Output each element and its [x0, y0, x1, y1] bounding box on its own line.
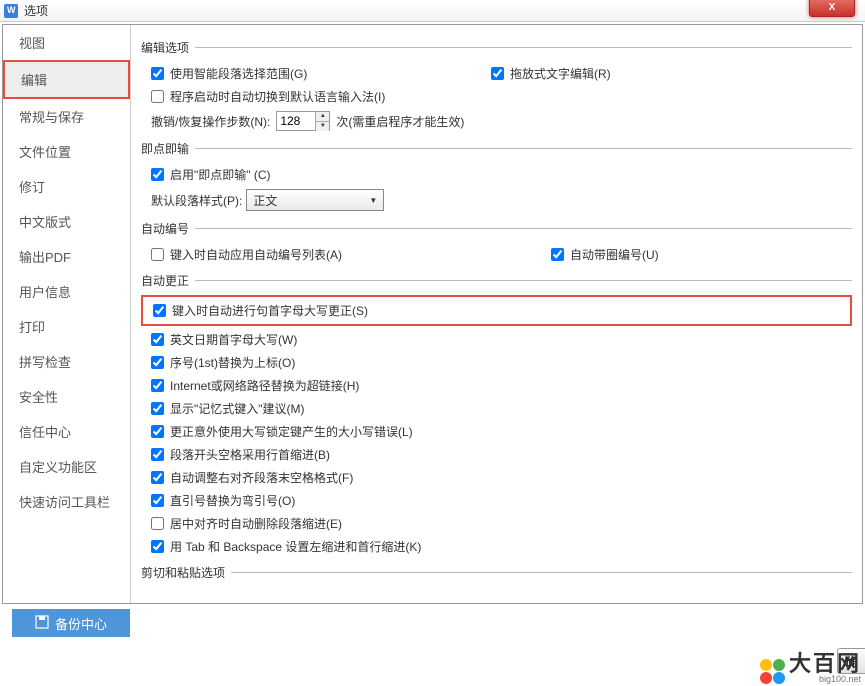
label-drag-edit: 拖放式文字编辑(R)	[510, 65, 611, 82]
checkbox-apply-list[interactable]	[151, 248, 164, 261]
label-trim-trailing: 自动调整右对齐段落末空格格式(F)	[170, 469, 353, 486]
label-cap-first: 键入时自动进行句首字母大写更正(S)	[172, 302, 368, 319]
titlebar: 选项	[0, 0, 865, 22]
legend-click: 即点即输	[141, 140, 195, 157]
checkbox-heading-indent[interactable]	[151, 448, 164, 461]
watermark: 大百网 big100.net	[760, 653, 861, 684]
checkbox-tab-backspace[interactable]	[151, 540, 164, 553]
legend-autocorrect: 自动更正	[141, 272, 195, 289]
label-ime-switch: 程序启动时自动切换到默认语言输入法(I)	[170, 88, 385, 105]
spinner-undo-steps[interactable]: ▲▼	[276, 111, 330, 131]
input-undo-steps[interactable]	[277, 112, 315, 130]
legend-autonum: 自动编号	[141, 220, 195, 237]
sidebar-item-view[interactable]: 视图	[3, 25, 130, 60]
label-tab-backspace: 用 Tab 和 Backspace 设置左缩进和首行缩进(K)	[170, 538, 421, 555]
sidebar: 视图 编辑 常规与保存 文件位置 修订 中文版式 输出PDF 用户信息 打印 拼…	[3, 25, 131, 603]
label-apply-list: 键入时自动应用自动编号列表(A)	[170, 246, 342, 263]
checkbox-memory[interactable]	[151, 402, 164, 415]
group-autonumber: 自动编号 键入时自动应用自动编号列表(A) 自动带圈编号(U)	[141, 220, 852, 266]
label-undo-note: 次(需重启程序才能生效)	[336, 113, 464, 130]
spin-down-icon[interactable]: ▼	[316, 122, 329, 131]
sidebar-item-general-save[interactable]: 常规与保存	[3, 99, 130, 134]
label-smart-select: 使用智能段落选择范围(G)	[170, 65, 307, 82]
sidebar-item-user-info[interactable]: 用户信息	[3, 274, 130, 309]
checkbox-internet[interactable]	[151, 379, 164, 392]
label-para-style: 默认段落样式(P):	[151, 192, 242, 209]
label-center-remove: 居中对齐时自动删除段落缩进(E)	[170, 515, 342, 532]
group-clipboard: 剪切和粘贴选项	[141, 564, 852, 595]
label-memory: 显示"记忆式键入"建议(M)	[170, 400, 305, 417]
checkbox-ordinal[interactable]	[151, 356, 164, 369]
label-circle-num: 自动带圈编号(U)	[570, 246, 659, 263]
backup-center-label: 备份中心	[55, 614, 107, 633]
label-internet: Internet或网络路径替换为超链接(H)	[170, 377, 359, 394]
watermark-title: 大百网	[789, 653, 861, 675]
main-panel[interactable]: 编辑选项 使用智能段落选择范围(G) 拖放式文字编辑(R) 程序启动时自动切换到…	[131, 25, 862, 603]
window-title: 选项	[24, 2, 48, 19]
group-edit-options: 编辑选项 使用智能段落选择范围(G) 拖放式文字编辑(R) 程序启动时自动切换到…	[141, 39, 852, 134]
checkbox-eng-date[interactable]	[151, 333, 164, 346]
group-click-input: 即点即输 启用"即点即输" (C) 默认段落样式(P): 正文	[141, 140, 852, 214]
floppy-icon	[35, 615, 49, 632]
label-eng-date: 英文日期首字母大写(W)	[170, 331, 297, 348]
sidebar-item-spellcheck[interactable]: 拼写检查	[3, 344, 130, 379]
checkbox-capslock[interactable]	[151, 425, 164, 438]
checkbox-ime-switch[interactable]	[151, 90, 164, 103]
label-ordinal: 序号(1st)替换为上标(O)	[170, 354, 295, 371]
sidebar-item-chinese-layout[interactable]: 中文版式	[3, 204, 130, 239]
label-smart-quotes: 直引号替换为弯引号(O)	[170, 492, 295, 509]
options-container: 视图 编辑 常规与保存 文件位置 修订 中文版式 输出PDF 用户信息 打印 拼…	[2, 24, 863, 604]
spin-up-icon[interactable]: ▲	[316, 112, 329, 122]
sidebar-item-file-location[interactable]: 文件位置	[3, 134, 130, 169]
group-autocorrect: 自动更正 键入时自动进行句首字母大写更正(S) 英文日期首字母大写(W) 序号(…	[141, 272, 852, 558]
checkbox-drag-edit[interactable]	[491, 67, 504, 80]
sidebar-item-customize-ribbon[interactable]: 自定义功能区	[3, 449, 130, 484]
checkbox-click-enable[interactable]	[151, 168, 164, 181]
watermark-logo-icon	[760, 659, 785, 684]
dropdown-para-style-value: 正文	[253, 192, 277, 209]
label-heading-indent: 段落开头空格采用行首缩进(B)	[170, 446, 330, 463]
checkbox-trim-trailing[interactable]	[151, 471, 164, 484]
dropdown-para-style[interactable]: 正文	[246, 189, 384, 211]
sidebar-item-quick-access[interactable]: 快速访问工具栏	[3, 484, 130, 519]
close-button[interactable]: X	[809, 0, 855, 17]
legend-edit: 编辑选项	[141, 39, 195, 56]
checkbox-center-remove[interactable]	[151, 517, 164, 530]
highlight-cap-first: 键入时自动进行句首字母大写更正(S)	[141, 295, 852, 326]
label-capslock: 更正意外使用大写锁定键产生的大小写错误(L)	[170, 423, 413, 440]
checkbox-smart-quotes[interactable]	[151, 494, 164, 507]
sidebar-item-edit[interactable]: 编辑	[3, 60, 130, 99]
watermark-sub: big100.net	[789, 675, 861, 684]
sidebar-item-print[interactable]: 打印	[3, 309, 130, 344]
app-icon	[4, 4, 18, 18]
checkbox-smart-select[interactable]	[151, 67, 164, 80]
sidebar-item-revision[interactable]: 修订	[3, 169, 130, 204]
checkbox-cap-first[interactable]	[153, 304, 166, 317]
backup-center-button[interactable]: 备份中心	[12, 609, 130, 637]
sidebar-item-output-pdf[interactable]: 输出PDF	[3, 239, 130, 274]
label-click-enable: 启用"即点即输" (C)	[170, 166, 271, 183]
sidebar-item-security[interactable]: 安全性	[3, 379, 130, 414]
checkbox-circle-num[interactable]	[551, 248, 564, 261]
sidebar-item-trust-center[interactable]: 信任中心	[3, 414, 130, 449]
legend-clipboard: 剪切和粘贴选项	[141, 564, 231, 581]
label-undo-steps: 撤销/恢复操作步数(N):	[151, 113, 270, 130]
